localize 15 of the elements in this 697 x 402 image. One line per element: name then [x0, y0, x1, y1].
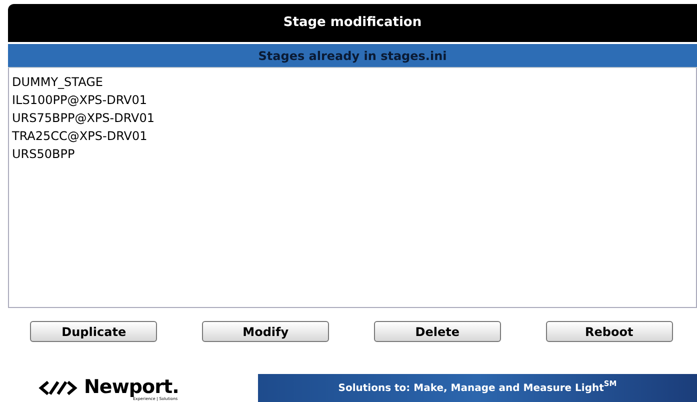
action-button[interactable]: Reboot: [546, 321, 673, 342]
list-item[interactable]: URS75BPP@XPS-DRV01: [12, 109, 155, 127]
list-item[interactable]: TRA25CC@XPS-DRV01: [12, 127, 148, 145]
action-button[interactable]: Modify: [202, 321, 330, 342]
list-item[interactable]: DUMMY_STAGE: [12, 73, 103, 91]
action-button[interactable]: Delete: [374, 321, 501, 342]
list-item[interactable]: URS50BPP: [12, 145, 75, 163]
banner: Solutions to: Make, Manage and Measure Light$^{SM}$: [258, 374, 697, 402]
stage-list[interactable]: DUMMY_STAGE ILS100PP@XPS-DRV01 URS75BPP@XPS-DRV01 TRA25CC@XPS-DRV01 URS50BPP: [8, 68, 697, 308]
logo-text: Newport.: [84, 378, 179, 397]
list-header: Stages already in stages.ini: [8, 44, 697, 68]
window-title: Stage modification: [8, 4, 697, 42]
action-button[interactable]: Duplicate: [30, 321, 158, 342]
list-item[interactable]: ILS100PP@XPS-DRV01: [12, 91, 148, 109]
logo-icon: [38, 378, 78, 396]
